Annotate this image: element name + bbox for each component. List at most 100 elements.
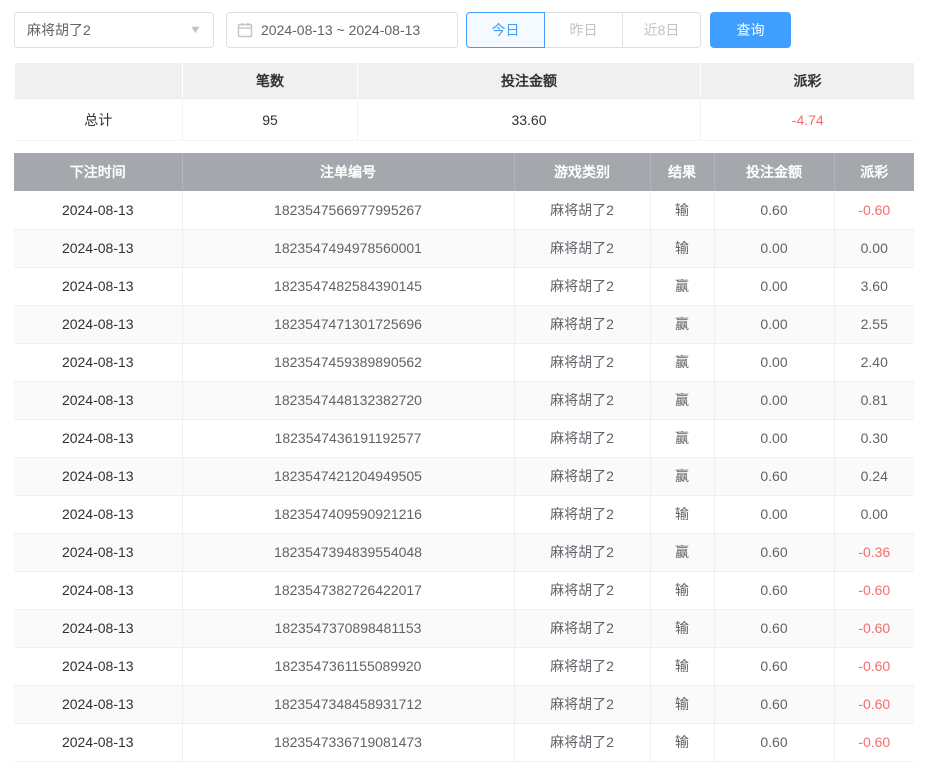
date-range-picker[interactable]: 2024-08-13 ~ 2024-08-13 [226, 12, 458, 48]
cell-bet-id: 1823547436191192577 [182, 419, 514, 457]
cell-payout: 3.60 [834, 267, 914, 305]
cell-bet-amount: 0.60 [714, 533, 834, 571]
cell-bet-time: 2024-08-13 [14, 609, 182, 647]
cell-payout: 0.24 [834, 457, 914, 495]
toolbar: 麻将胡了2 ▼ 2024-08-13 ~ 2024-08-13 今日 昨日 近8… [14, 8, 914, 52]
summary-total-count: 95 [183, 99, 358, 141]
cell-bet-amount: 0.60 [714, 191, 834, 229]
cell-result: 输 [650, 647, 714, 685]
table-row: 2024-08-131823547336719081473麻将胡了2输0.60-… [14, 723, 914, 761]
cell-game-type: 麻将胡了2 [514, 571, 650, 609]
table-header-row: 下注时间 注单编号 游戏类别 结果 投注金额 派彩 [14, 153, 914, 191]
cell-bet-amount: 0.60 [714, 647, 834, 685]
cell-game-type: 麻将胡了2 [514, 381, 650, 419]
today-button[interactable]: 今日 [466, 12, 545, 48]
cell-bet-id: 1823547370898481153 [182, 609, 514, 647]
cell-bet-time: 2024-08-13 [14, 685, 182, 723]
cell-bet-time: 2024-08-13 [14, 381, 182, 419]
cell-result: 赢 [650, 419, 714, 457]
header-bet-time: 下注时间 [14, 153, 182, 191]
quick-range-group: 今日 昨日 近8日 [466, 12, 701, 48]
cell-bet-time: 2024-08-13 [14, 571, 182, 609]
cell-bet-amount: 0.00 [714, 229, 834, 267]
calendar-icon [237, 22, 253, 38]
cell-payout: -0.60 [834, 685, 914, 723]
summary-header-payout: 派彩 [701, 63, 915, 99]
cell-game-type: 麻将胡了2 [514, 229, 650, 267]
cell-payout: 2.55 [834, 305, 914, 343]
summary-header-bet-amount: 投注金额 [358, 63, 701, 99]
cell-bet-time: 2024-08-13 [14, 419, 182, 457]
cell-bet-time: 2024-08-13 [14, 229, 182, 267]
cell-bet-id: 1823547471301725696 [182, 305, 514, 343]
cell-bet-time: 2024-08-13 [14, 305, 182, 343]
summary-header-count: 笔数 [183, 63, 358, 99]
cell-payout: 2.40 [834, 343, 914, 381]
cell-game-type: 麻将胡了2 [514, 609, 650, 647]
summary-table: 笔数 投注金额 派彩 总计 95 33.60 -4.74 [14, 62, 915, 141]
cell-bet-amount: 0.00 [714, 495, 834, 533]
yesterday-button[interactable]: 昨日 [544, 12, 623, 48]
summary-total-bet-amount: 33.60 [358, 99, 701, 141]
cell-game-type: 麻将胡了2 [514, 457, 650, 495]
summary-total-label: 总计 [15, 99, 183, 141]
cell-bet-amount: 0.60 [714, 685, 834, 723]
chevron-down-icon: ▼ [188, 24, 202, 36]
table-row: 2024-08-131823547348458931712麻将胡了2输0.60-… [14, 685, 914, 723]
table-row: 2024-08-131823547382726422017麻将胡了2输0.60-… [14, 571, 914, 609]
bet-records-table: 下注时间 注单编号 游戏类别 结果 投注金额 派彩 2024-08-131823… [14, 153, 914, 762]
cell-result: 输 [650, 191, 714, 229]
summary-header-row: 笔数 投注金额 派彩 [15, 63, 915, 99]
cell-result: 输 [650, 723, 714, 761]
cell-payout: 0.00 [834, 229, 914, 267]
game-select-value: 麻将胡了2 [27, 20, 91, 40]
cell-bet-amount: 0.00 [714, 419, 834, 457]
cell-payout: 0.30 [834, 419, 914, 457]
cell-result: 输 [650, 495, 714, 533]
table-row: 2024-08-131823547421204949505麻将胡了2赢0.600… [14, 457, 914, 495]
table-row: 2024-08-131823547436191192577麻将胡了2赢0.000… [14, 419, 914, 457]
cell-game-type: 麻将胡了2 [514, 267, 650, 305]
summary-total-payout: -4.74 [701, 99, 915, 141]
cell-bet-time: 2024-08-13 [14, 457, 182, 495]
cell-bet-id: 1823547421204949505 [182, 457, 514, 495]
cell-bet-amount: 0.00 [714, 381, 834, 419]
cell-result: 赢 [650, 305, 714, 343]
cell-result: 赢 [650, 267, 714, 305]
cell-bet-id: 1823547382726422017 [182, 571, 514, 609]
cell-bet-time: 2024-08-13 [14, 267, 182, 305]
cell-game-type: 麻将胡了2 [514, 685, 650, 723]
cell-result: 赢 [650, 457, 714, 495]
cell-bet-amount: 0.00 [714, 305, 834, 343]
game-select[interactable]: 麻将胡了2 ▼ [14, 12, 214, 48]
table-row: 2024-08-131823547566977995267麻将胡了2输0.60-… [14, 191, 914, 229]
cell-game-type: 麻将胡了2 [514, 419, 650, 457]
cell-payout: -0.60 [834, 723, 914, 761]
cell-result: 输 [650, 685, 714, 723]
cell-bet-amount: 0.00 [714, 267, 834, 305]
cell-bet-id: 1823547566977995267 [182, 191, 514, 229]
cell-payout: -0.60 [834, 571, 914, 609]
cell-payout: 0.00 [834, 495, 914, 533]
cell-payout: -0.60 [834, 191, 914, 229]
cell-game-type: 麻将胡了2 [514, 343, 650, 381]
cell-bet-time: 2024-08-13 [14, 495, 182, 533]
cell-bet-id: 1823547361155089920 [182, 647, 514, 685]
header-result: 结果 [650, 153, 714, 191]
header-payout: 派彩 [834, 153, 914, 191]
cell-bet-time: 2024-08-13 [14, 723, 182, 761]
cell-payout: -0.36 [834, 533, 914, 571]
cell-bet-id: 1823547348458931712 [182, 685, 514, 723]
last-8-days-button[interactable]: 近8日 [622, 12, 701, 48]
cell-game-type: 麻将胡了2 [514, 305, 650, 343]
header-bet-amount: 投注金额 [714, 153, 834, 191]
cell-bet-amount: 0.60 [714, 571, 834, 609]
cell-payout: -0.60 [834, 647, 914, 685]
cell-bet-id: 1823547482584390145 [182, 267, 514, 305]
cell-bet-id: 1823547459389890562 [182, 343, 514, 381]
table-row: 2024-08-131823547471301725696麻将胡了2赢0.002… [14, 305, 914, 343]
query-button[interactable]: 查询 [710, 12, 791, 48]
summary-total-row: 总计 95 33.60 -4.74 [15, 99, 915, 141]
cell-bet-id: 1823547448132382720 [182, 381, 514, 419]
cell-bet-time: 2024-08-13 [14, 343, 182, 381]
